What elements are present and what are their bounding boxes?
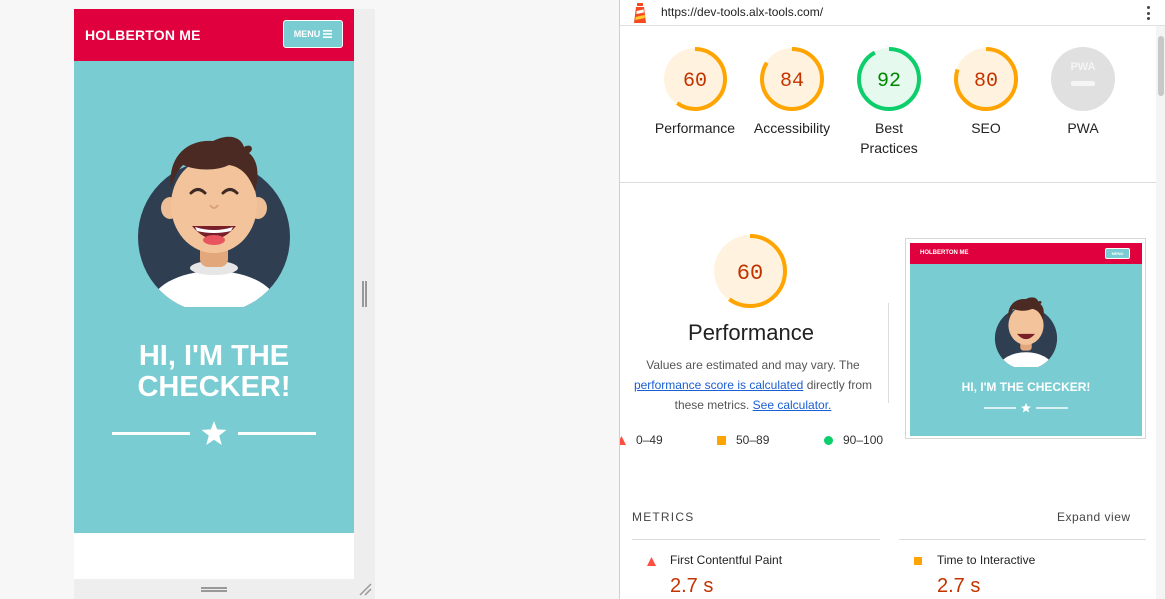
gauge-ring: 92	[857, 47, 921, 111]
gauge-label: PWA	[1067, 120, 1099, 136]
gauge-seo[interactable]: 80 SEO	[937, 46, 1035, 138]
gauge-value: 84	[780, 70, 804, 93]
pwa-badge-text: PWA	[1070, 61, 1095, 73]
gauge-value: 92	[877, 70, 901, 93]
metric-name: Time to Interactive	[937, 553, 1036, 567]
thumbnail-header: HOLBERTON ME MENU	[910, 243, 1142, 264]
more-options-icon[interactable]	[1144, 4, 1152, 22]
lighthouse-icon	[634, 3, 646, 23]
desc-text-1: Values are estimated and may vary. The	[646, 358, 860, 372]
performance-description: Values are estimated and may vary. The p…	[620, 355, 886, 415]
gauge-best-practices[interactable]: 92 Best Practices	[840, 46, 938, 158]
metrics-header: METRICS	[632, 510, 695, 524]
gauge-accessibility[interactable]: 84 Accessibility	[743, 46, 841, 138]
metric-value: 2.7 s	[670, 575, 714, 597]
triangle-icon	[620, 435, 626, 445]
performance-score: 60	[737, 261, 763, 286]
thumbnail-viewport: HOLBERTON ME MENU HI, I'M THE CHECKER!	[910, 243, 1142, 436]
see-calculator-link[interactable]: See calculator.	[753, 398, 832, 412]
thumbnail-title: HI, I'M THE CHECKER!	[961, 380, 1091, 394]
resize-handle-vertical[interactable]	[362, 281, 367, 307]
menu-button[interactable]: MENU	[283, 20, 343, 48]
thumbnail-menu: MENU	[1105, 248, 1130, 259]
metric-value: 2.7 s	[937, 575, 981, 597]
hero-divider	[112, 421, 316, 445]
gauge-ring: 60	[663, 47, 727, 111]
gauge-ring: 80	[954, 47, 1018, 111]
thumbnail-divider	[984, 403, 1068, 413]
section-divider	[620, 182, 1156, 183]
divider-line-left	[112, 432, 190, 435]
circle-icon	[824, 435, 833, 445]
gauge-ring: 84	[760, 47, 824, 111]
resize-corner-icon[interactable]	[358, 582, 372, 596]
hero-section: HI, I'M THE CHECKER!	[74, 61, 354, 533]
hamburger-icon	[323, 30, 333, 38]
avatar	[138, 136, 290, 307]
legend-pass: 90–100	[824, 433, 883, 447]
scrollbar[interactable]	[1156, 26, 1165, 599]
gauge-value: 60	[683, 70, 707, 93]
hero-title-line2: CHECKER!	[137, 371, 291, 403]
url-bar: https://dev-tools.alx-tools.com/	[620, 0, 1165, 26]
legend-range: 50–89	[736, 433, 770, 447]
gauge-label: Accessibility	[753, 120, 831, 136]
metric-divider	[632, 539, 880, 540]
legend-range: 0–49	[636, 433, 663, 447]
gauge-label: Best Practices	[860, 120, 918, 156]
site-brand[interactable]: HOLBERTON ME	[85, 27, 201, 43]
resize-handle-horizontal[interactable]	[201, 587, 227, 592]
gauge-label: Performance	[654, 120, 736, 136]
gauge-label: SEO	[971, 120, 1001, 136]
page-url[interactable]: https://dev-tools.alx-tools.com/	[661, 5, 823, 19]
triangle-icon	[647, 557, 656, 566]
square-icon	[914, 557, 922, 565]
score-calc-link[interactable]: performance score is calculated	[634, 378, 803, 392]
gauge-performance[interactable]: 60 Performance	[646, 46, 744, 138]
legend-range: 90–100	[843, 433, 884, 447]
hero-title: HI, I'M THE CHECKER!	[74, 341, 354, 403]
expand-view-toggle[interactable]: Expand view	[1057, 510, 1131, 524]
scrollbar-thumb[interactable]	[1158, 36, 1164, 96]
legend-fail: 0–49	[620, 433, 663, 447]
gauge-value: 80	[974, 70, 998, 93]
vertical-separator	[888, 303, 889, 403]
thumbnail-avatar	[994, 297, 1058, 367]
thumbnail-brand: HOLBERTON ME	[920, 250, 969, 256]
performance-title: Performance	[688, 320, 814, 345]
metric-divider	[899, 539, 1146, 540]
site-header: HOLBERTON ME MENU	[74, 9, 354, 61]
lighthouse-panel: https://dev-tools.alx-tools.com/ 60 Perf…	[619, 0, 1165, 599]
screen: HOLBERTON ME MENU HI, I'M THE CHECKER! h…	[0, 0, 1165, 599]
divider-line-right	[238, 432, 316, 435]
page-screenshot-thumbnail[interactable]: HOLBERTON ME MENU HI, I'M THE CHECKER!	[905, 238, 1146, 439]
square-icon	[717, 435, 726, 445]
performance-gauge: 60	[713, 234, 787, 308]
pwa-badge-icon: PWA	[1051, 47, 1115, 111]
metric-name: First Contentful Paint	[670, 553, 783, 567]
gauge-pwa[interactable]: PWA PWA	[1034, 46, 1132, 138]
menu-label: MENU	[293, 29, 321, 39]
hero-title-line1: HI, I'M THE	[138, 340, 290, 372]
star-icon	[201, 421, 227, 445]
legend-average: 50–89	[717, 433, 769, 447]
device-viewport: HOLBERTON ME MENU HI, I'M THE CHECKER!	[74, 9, 354, 579]
